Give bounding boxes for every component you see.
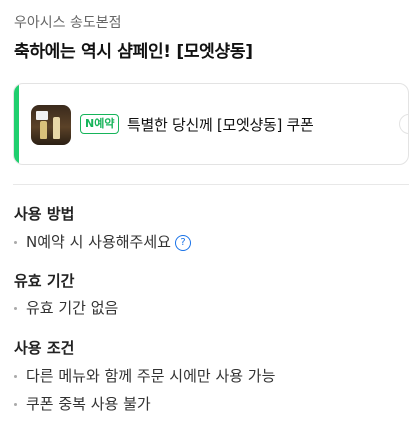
condition-item: 다른 메뉴와 함께 주문 시에만 사용 가능 — [14, 365, 275, 386]
coupon-title: 특별한 당신께 [모엣샹동] 쿠폰 — [127, 116, 314, 134]
conditions-heading: 사용 조건 — [14, 339, 75, 357]
usage-method-heading: 사용 방법 — [14, 205, 75, 223]
condition-item: 쿠폰 중복 사용 불가 — [14, 393, 151, 414]
coupon-card[interactable]: N예약 특별한 당신께 [모엣샹동] 쿠폰 — [13, 83, 409, 165]
section-divider — [13, 184, 409, 185]
help-icon[interactable]: ? — [174, 234, 191, 251]
validity-item: 유효 기간 없음 — [14, 297, 118, 318]
bullet — [14, 307, 17, 310]
condition-text: 다른 메뉴와 함께 주문 시에만 사용 가능 — [26, 367, 276, 385]
validity-heading: 유효 기간 — [14, 272, 75, 290]
page-title: 축하에는 역시 샴페인! [모엣샹동] — [14, 42, 253, 62]
coupon-product-image — [31, 105, 71, 145]
bullet — [14, 241, 17, 244]
naver-reservation-badge: N예약 — [80, 114, 120, 134]
bullet — [14, 375, 17, 378]
coupon-accent-bar — [14, 84, 19, 164]
condition-text: 쿠폰 중복 사용 불가 — [26, 395, 151, 413]
usage-method-item: N예약 시 사용해주세요? — [14, 231, 191, 252]
usage-method-text: N예약 시 사용해주세요 — [26, 233, 171, 251]
coupon-notch — [399, 114, 408, 134]
validity-text: 유효 기간 없음 — [26, 299, 119, 317]
store-name: 우아시스 송도본점 — [14, 15, 122, 31]
bullet — [14, 403, 17, 406]
